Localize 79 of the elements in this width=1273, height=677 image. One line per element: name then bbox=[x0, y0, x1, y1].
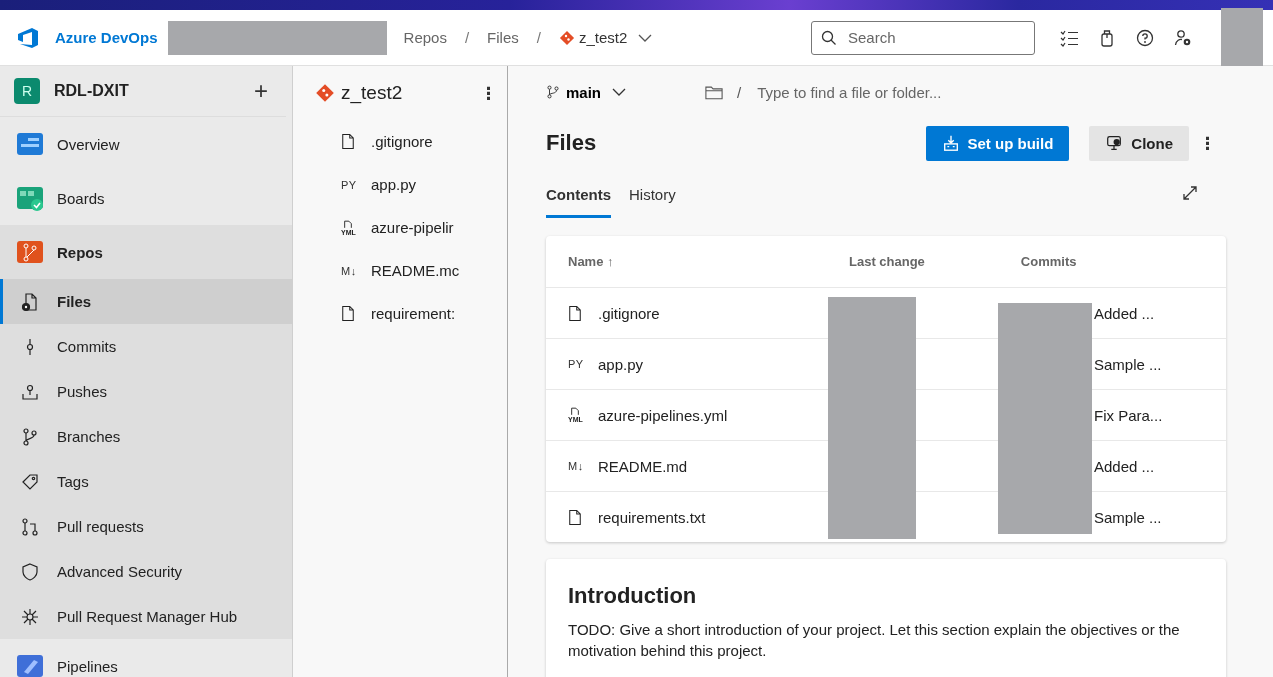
file-type-icon: M↓ bbox=[341, 264, 357, 277]
build-icon bbox=[941, 134, 960, 152]
hub-icon bbox=[20, 606, 40, 627]
file-icon bbox=[341, 133, 355, 150]
branch-icon bbox=[20, 426, 40, 447]
readme-text: TODO: Give a short introduction of your project. Let this section explain the objectives or the motivation behind this project. bbox=[568, 620, 1181, 661]
page-title: Files bbox=[546, 130, 597, 156]
file-name-link[interactable]: requirements.txt bbox=[598, 508, 706, 526]
branch-icon bbox=[546, 85, 560, 99]
file-type-icon: PY bbox=[568, 358, 584, 370]
clone-button[interactable]: Clone bbox=[1089, 125, 1189, 161]
file-icon bbox=[568, 508, 582, 526]
commit-message: Added ... bbox=[1094, 304, 1155, 322]
tree-item[interactable]: PY app.py bbox=[293, 163, 507, 206]
tag-icon bbox=[20, 471, 40, 492]
path-field[interactable]: Type to find a file or folder... bbox=[755, 82, 1040, 102]
readme-heading: Introduction bbox=[568, 583, 698, 609]
tree-item[interactable]: .gitignore bbox=[293, 120, 507, 163]
file-name-link[interactable]: azure-pipelines.yml bbox=[598, 406, 728, 424]
board-check-icon bbox=[16, 184, 44, 212]
add-button[interactable]: + bbox=[250, 77, 272, 105]
commit-message: Sample ... bbox=[1094, 355, 1162, 373]
file-name-link[interactable]: README.md bbox=[598, 457, 688, 475]
user-settings-icon[interactable] bbox=[1173, 27, 1193, 48]
nav-item[interactable]: Pull Request Manager Hub bbox=[0, 594, 292, 639]
pull-request-icon bbox=[20, 516, 40, 537]
shield-icon bbox=[20, 561, 40, 582]
expand-icon[interactable] bbox=[1182, 185, 1198, 201]
more-button[interactable]: ⋮ bbox=[470, 82, 507, 104]
commit-message: Fix Para... bbox=[1094, 406, 1163, 424]
folder-icon bbox=[705, 84, 723, 100]
search-icon bbox=[821, 29, 837, 46]
file-name-link[interactable]: .gitignore bbox=[598, 304, 660, 322]
breadcrumb-link[interactable]: z_test2 bbox=[578, 29, 628, 46]
tree-item[interactable]: requirement: bbox=[293, 292, 507, 335]
nav-item[interactable]: Pushes bbox=[0, 369, 292, 414]
file-icon bbox=[341, 305, 355, 322]
commit-message: Sample ... bbox=[1094, 508, 1162, 526]
logo-icon[interactable] bbox=[16, 25, 40, 50]
breadcrumb-link[interactable]: Files bbox=[487, 29, 519, 46]
help-icon[interactable] bbox=[1135, 27, 1155, 48]
file-type-icon: M↓ bbox=[568, 460, 584, 472]
nav-item[interactable]: Overview bbox=[0, 117, 292, 171]
nav-item[interactable]: Branches bbox=[0, 414, 292, 459]
redacted-area bbox=[1221, 8, 1263, 66]
chart-tile-icon bbox=[16, 130, 44, 158]
nav-item[interactable]: Pull requests bbox=[0, 504, 292, 549]
search-field[interactable]: Search bbox=[811, 20, 1035, 55]
tab[interactable]: History bbox=[629, 174, 676, 218]
nav-item[interactable]: Tags bbox=[0, 459, 292, 504]
more-button[interactable]: ⋮ bbox=[1189, 132, 1226, 154]
commit-message: Added ... bbox=[1094, 457, 1155, 475]
file-type-icon: PY bbox=[341, 178, 357, 191]
path-separator: / bbox=[737, 83, 742, 101]
nav-item[interactable]: Repos bbox=[0, 225, 292, 279]
file-eye-icon bbox=[20, 291, 40, 312]
breadcrumb-separator: / bbox=[464, 29, 470, 46]
column-header[interactable]: Commits bbox=[1020, 254, 1077, 269]
nav-item[interactable]: Files bbox=[0, 279, 292, 324]
repo-name[interactable]: z_test2 bbox=[341, 82, 470, 104]
monitor-icon bbox=[1105, 134, 1124, 152]
tab[interactable]: Contents bbox=[546, 174, 611, 218]
tree-item[interactable]: M↓ README.mc bbox=[293, 249, 507, 292]
project-avatar: R bbox=[14, 78, 40, 104]
nav-item[interactable]: Pipelines bbox=[0, 639, 292, 677]
branch-selector[interactable]: main bbox=[546, 83, 627, 101]
column-header[interactable]: Last change bbox=[849, 254, 925, 269]
breadcrumb-link[interactable]: Repos bbox=[403, 29, 447, 46]
nav-item[interactable]: Commits bbox=[0, 324, 292, 369]
product-name[interactable]: Azure DevOps bbox=[55, 29, 158, 46]
nav-item[interactable]: Boards bbox=[0, 171, 292, 225]
breadcrumb-separator: / bbox=[536, 29, 541, 46]
file-icon bbox=[568, 304, 582, 322]
column-header[interactable]: Name ↑ bbox=[568, 254, 849, 269]
project-name[interactable]: RDL-DXIT bbox=[54, 82, 250, 100]
nav-item[interactable]: Advanced Security bbox=[0, 549, 292, 594]
set-up-build-button[interactable]: Set up build bbox=[925, 125, 1070, 161]
file-name-link[interactable]: app.py bbox=[598, 355, 644, 373]
branch-tile-icon bbox=[16, 238, 44, 266]
